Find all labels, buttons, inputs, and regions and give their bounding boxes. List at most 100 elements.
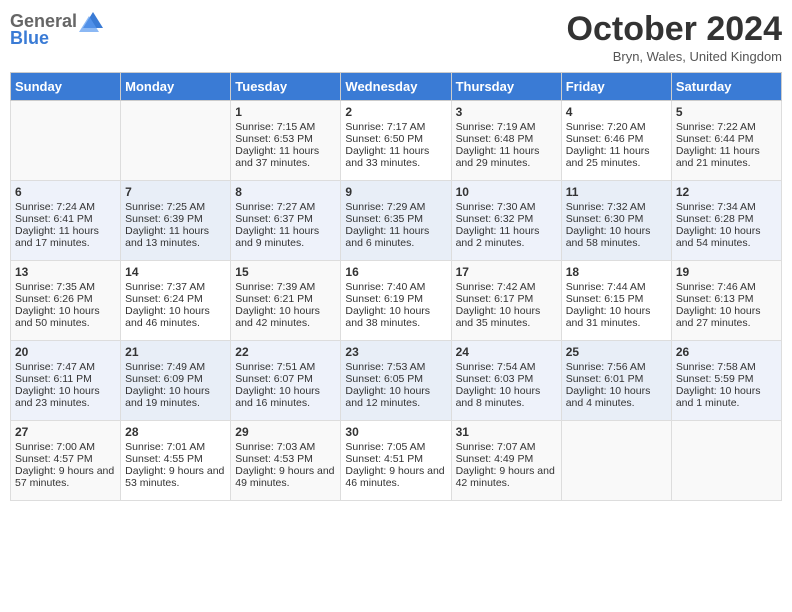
sunset-text: Sunset: 6:53 PM [235,133,336,145]
daylight-text: Daylight: 10 hours and 1 minute. [676,385,777,409]
sunrise-text: Sunrise: 7:51 AM [235,361,336,373]
calendar-cell: 24Sunrise: 7:54 AMSunset: 6:03 PMDayligh… [451,341,561,421]
sunset-text: Sunset: 6:09 PM [125,373,226,385]
day-number: 26 [676,345,777,359]
sunset-text: Sunset: 6:15 PM [566,293,667,305]
location-subtitle: Bryn, Wales, United Kingdom [567,49,782,64]
calendar-cell: 22 Sunrise: 7:51 AMSunset: 6:07 PMDayligh… [231,341,341,421]
day-number: 20 [15,345,116,359]
sunrise-text: Sunrise: 7:24 AM [15,201,116,213]
sunset-text: Sunset: 6:32 PM [456,213,557,225]
daylight-text: Daylight: 10 hours and 31 minutes. [566,305,667,329]
day-number: 23 [345,345,446,359]
sunrise-text: Sunrise: 7:29 AM [345,201,446,213]
calendar-cell [671,421,781,501]
daylight-text: Daylight: 11 hours and 6 minutes. [345,225,446,249]
calendar-cell: 7Sunrise: 7:25 AMSunset: 6:39 PMDaylight… [121,181,231,261]
calendar-week-row: 13Sunrise: 7:35 AMSunset: 6:26 PMDayligh… [11,261,782,341]
calendar-cell: 12Sunrise: 7:34 AMSunset: 6:28 PMDayligh… [671,181,781,261]
logo-icon [79,10,107,32]
sunset-text: Sunset: 6:01 PM [566,373,667,385]
calendar-cell: 31Sunrise: 7:07 AMSunset: 4:49 PMDayligh… [451,421,561,501]
calendar-cell: 28Sunrise: 7:01 AMSunset: 4:55 PMDayligh… [121,421,231,501]
sunset-text: Sunset: 6:07 PM [235,373,336,385]
sunset-text: Sunset: 4:55 PM [125,453,226,465]
sunrise-text: Sunrise: 7:46 AM [676,281,777,293]
day-number: 27 [15,425,116,439]
daylight-text: Daylight: 10 hours and 16 minutes. [235,385,336,409]
calendar-header-row: SundayMondayTuesdayWednesdayThursdayFrid… [11,73,782,101]
logo: General Blue [10,10,107,49]
day-number: 29 [235,425,336,439]
weekday-header: Wednesday [341,73,451,101]
sunset-text: Sunset: 6:41 PM [15,213,116,225]
sunrise-text: Sunrise: 7:22 AM [676,121,777,133]
sunrise-text: Sunrise: 7:19 AM [456,121,557,133]
day-number: 10 [456,185,557,199]
calendar-cell: 9Sunrise: 7:29 AMSunset: 6:35 PMDaylight… [341,181,451,261]
sunset-text: Sunset: 6:28 PM [676,213,777,225]
sunrise-text: Sunrise: 7:17 AM [345,121,446,133]
calendar-cell [561,421,671,501]
calendar-cell: 19Sunrise: 7:46 AMSunset: 6:13 PMDayligh… [671,261,781,341]
calendar-cell: 27Sunrise: 7:00 AMSunset: 4:57 PMDayligh… [11,421,121,501]
calendar-table: SundayMondayTuesdayWednesdayThursdayFrid… [10,72,782,501]
sunset-text: Sunset: 6:17 PM [456,293,557,305]
daylight-text: Daylight: 11 hours and 29 minutes. [456,145,557,169]
calendar-cell: 4Sunrise: 7:20 AMSunset: 6:46 PMDaylight… [561,101,671,181]
day-number: 18 [566,265,667,279]
day-number: 13 [15,265,116,279]
sunset-text: Sunset: 6:48 PM [456,133,557,145]
sunset-text: Sunset: 4:51 PM [345,453,446,465]
sunset-text: Sunset: 6:44 PM [676,133,777,145]
daylight-text: Daylight: 11 hours and 21 minutes. [676,145,777,169]
day-number: 22 [235,345,336,359]
daylight-text: Daylight: 11 hours and 17 minutes. [15,225,116,249]
sunrise-text: Sunrise: 7:49 AM [125,361,226,373]
calendar-cell: 10 Sunrise: 7:30 AMSunset: 6:32 PMDayligh… [451,181,561,261]
calendar-week-row: 27Sunrise: 7:00 AMSunset: 4:57 PMDayligh… [11,421,782,501]
daylight-text: Daylight: 10 hours and 50 minutes. [15,305,116,329]
sunset-text: Sunset: 6:39 PM [125,213,226,225]
daylight-text: Daylight: 10 hours and 19 minutes. [125,385,226,409]
daylight-text: Daylight: 9 hours and 53 minutes. [125,465,226,489]
calendar-cell: 15Sunrise: 7:39 AMSunset: 6:21 PMDayligh… [231,261,341,341]
sunrise-text: Sunrise: 7:58 AM [676,361,777,373]
calendar-cell: 2Sunrise: 7:17 AMSunset: 6:50 PMDaylight… [341,101,451,181]
sunset-text: Sunset: 6:03 PM [456,373,557,385]
page-header: General Blue October 2024 Bryn, Wales, U… [10,10,782,64]
sunrise-text: Sunrise: 7:42 AM [456,281,557,293]
sunset-text: Sunset: 5:59 PM [676,373,777,385]
day-number: 21 [125,345,226,359]
sunrise-text: Sunrise: 7:34 AM [676,201,777,213]
sunrise-text: Sunrise: 7:39 AM [235,281,336,293]
day-number: 9 [345,185,446,199]
day-number: 7 [125,185,226,199]
calendar-cell: 25Sunrise: 7:56 AMSunset: 6:01 PMDayligh… [561,341,671,421]
sunset-text: Sunset: 6:30 PM [566,213,667,225]
daylight-text: Daylight: 10 hours and 12 minutes. [345,385,446,409]
title-area: October 2024 Bryn, Wales, United Kingdom [567,10,782,64]
daylight-text: Daylight: 9 hours and 42 minutes. [456,465,557,489]
calendar-cell [11,101,121,181]
daylight-text: Daylight: 11 hours and 2 minutes. [456,225,557,249]
day-number: 1 [235,105,336,119]
day-number: 6 [15,185,116,199]
daylight-text: Daylight: 9 hours and 57 minutes. [15,465,116,489]
calendar-cell: 3 Sunrise: 7:19 AMSunset: 6:48 PMDaylight… [451,101,561,181]
day-number: 8 [235,185,336,199]
calendar-cell: 14Sunrise: 7:37 AMSunset: 6:24 PMDayligh… [121,261,231,341]
sunrise-text: Sunrise: 7:20 AM [566,121,667,133]
weekday-header: Tuesday [231,73,341,101]
sunset-text: Sunset: 6:05 PM [345,373,446,385]
sunrise-text: Sunrise: 7:00 AM [15,441,116,453]
weekday-header: Friday [561,73,671,101]
sunrise-text: Sunrise: 7:30 AM [456,201,557,213]
weekday-header: Monday [121,73,231,101]
calendar-cell: 5Sunrise: 7:22 AMSunset: 6:44 PMDaylight… [671,101,781,181]
sunrise-text: Sunrise: 7:35 AM [15,281,116,293]
daylight-text: Daylight: 10 hours and 27 minutes. [676,305,777,329]
daylight-text: Daylight: 9 hours and 46 minutes. [345,465,446,489]
day-number: 25 [566,345,667,359]
day-number: 3 [456,105,557,119]
